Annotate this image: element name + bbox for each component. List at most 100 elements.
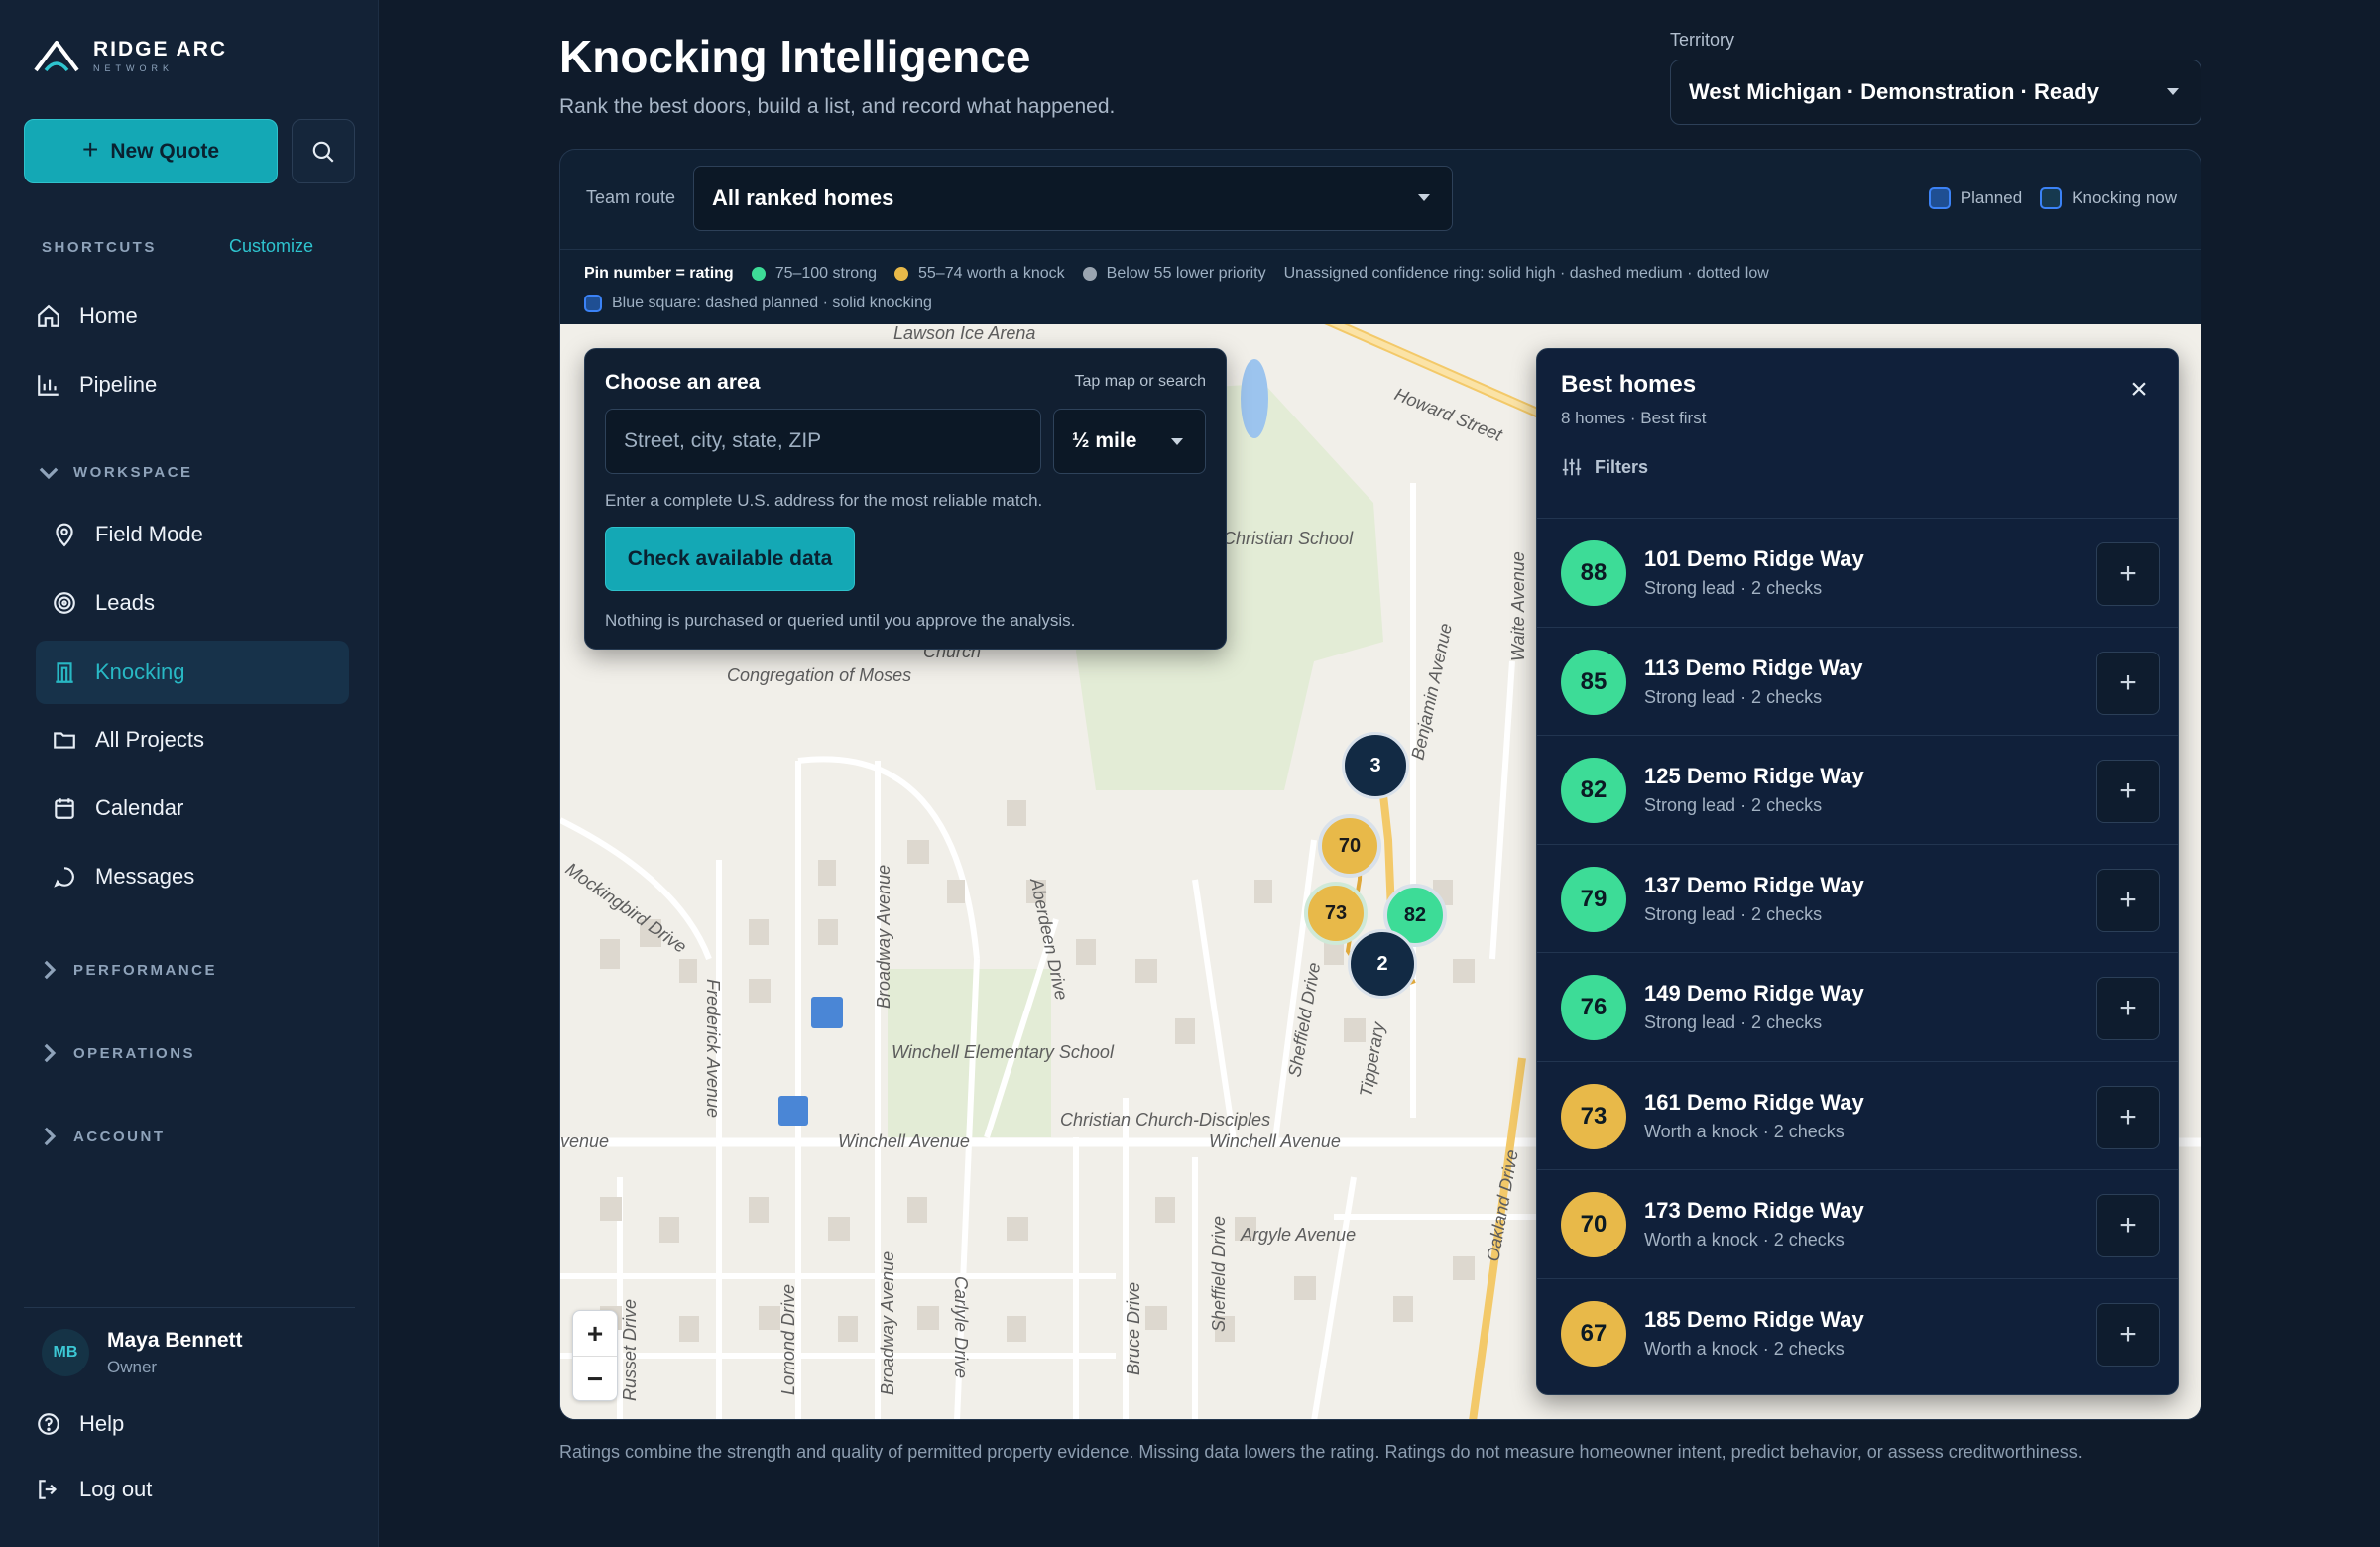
add-to-route-button[interactable]: + [2096,542,2160,606]
plus-icon: + [81,134,99,165]
search-icon [312,141,334,163]
nav-item-messages[interactable]: Messages [52,864,194,890]
nav-label-field-mode: Field Mode [95,522,203,546]
home-address: 149 Demo Ridge Way [1644,981,1864,1006]
home-list-item[interactable]: 76 149 Demo Ridge Way Strong lead · 2 chec… [1537,952,2178,1061]
team-route-select[interactable]: All ranked homes [693,166,1453,231]
home-address: 101 Demo Ridge Way [1644,546,1864,571]
best-homes-title: Best homes [1561,371,1697,398]
new-quote-label: New Quote [110,139,220,163]
home-list-item[interactable]: 82 125 Demo Ridge Way Strong lead · 2 chec… [1537,735,2178,844]
home-list-item[interactable]: 73 161 Demo Ridge Way Worth a knock · 2 ch… [1537,1060,2178,1170]
operations-section-toggle[interactable]: OPERATIONS [36,1040,195,1066]
chevron-right-icon [44,960,57,980]
nav-label-pipeline: Pipeline [79,372,158,397]
home-address: 113 Demo Ridge Way [1644,654,1863,680]
nav-item-all-projects[interactable]: All Projects [52,727,204,753]
nav-item-home[interactable]: Home [36,303,138,329]
choose-area-hint: Tap map or search [1074,373,1206,390]
radius-select[interactable]: ½ mile [1053,409,1206,474]
caret-down-icon [2167,88,2179,95]
map-canvas[interactable]: Lawson Ice Arena Howard Street Christian… [560,324,2201,1419]
shortcuts-heading: SHORTCUTS [42,239,157,256]
nav-item-knocking[interactable]: Knocking [36,641,349,704]
nav-item-field-mode[interactable]: Field Mode [52,522,203,547]
message-icon [54,867,74,888]
map-label-avenue-fragment: venue [560,1131,609,1151]
add-to-route-button[interactable]: + [2096,1302,2160,1367]
filters-button[interactable]: Filters [1561,456,1648,478]
pin-label: 73 [1324,901,1348,924]
home-address: 125 Demo Ridge Way [1644,764,1864,788]
territory-select[interactable]: West Michigan · Demonstration · Ready [1670,60,2202,125]
add-to-route-button[interactable]: + [2096,868,2160,932]
home-icon [38,304,60,327]
address-search-input[interactable] [605,409,1041,474]
worth-dot-icon [894,267,908,281]
target-icon [54,592,75,614]
home-meta: Strong lead · 2 checks [1644,1012,1823,1032]
nav-item-pipeline[interactable]: Pipeline [36,372,157,398]
territory-label: Territory [1670,30,1735,50]
chevron-right-icon [44,1127,57,1146]
account-section-toggle[interactable]: ACCOUNT [36,1124,166,1149]
purchase-note: Nothing is purchased or queried until yo… [605,611,1076,630]
add-to-route-button[interactable]: + [2096,760,2160,823]
planned-square-icon [1928,187,1951,209]
avatar[interactable]: MB [42,1329,89,1376]
home-list-item[interactable]: 88 101 Demo Ridge Way Strong lead · 2 chec… [1537,518,2178,627]
check-available-data-button[interactable]: Check available data [605,527,855,591]
blue-square-icon [584,295,602,312]
add-to-route-button[interactable]: + [2096,977,2160,1040]
best-homes-subtitle: 8 homes · Best first [1561,409,1707,427]
zoom-out-button[interactable]: − [573,1357,617,1402]
customize-link[interactable]: Customize [229,236,313,257]
home-meta: Strong lead · 2 checks [1644,795,1823,815]
performance-section-toggle[interactable]: PERFORMANCE [36,957,217,983]
map-pin-rating[interactable]: 73 [1304,882,1368,945]
map-label-argyle-avenue: Argyle Avenue [1240,1225,1356,1245]
logout-link[interactable]: Log out [36,1477,152,1502]
home-list-item[interactable]: 70 173 Demo Ridge Way Worth a knock · 2 ch… [1537,1169,2178,1278]
home-list-item[interactable]: 85 113 Demo Ridge Way Strong lead · 2 chec… [1537,626,2178,736]
page-title: Knocking Intelligence [559,31,1031,82]
rating-legend: Pin number = rating 75–100 strong 55–74 … [560,249,2201,324]
chevron-down-icon [39,467,59,480]
pin-label: 70 [1338,834,1362,857]
map-pin-cluster[interactable]: 2 [1348,929,1417,999]
close-icon[interactable]: × [2120,371,2158,409]
home-list-item[interactable]: 67 185 Demo Ridge Way Worth a knock · 2 ch… [1537,1277,2178,1387]
map-label-broadway-avenue: Broadway Avenue [874,865,893,1009]
map-label-congregation-of-moses: Congregation of Moses [727,665,911,685]
legend-worth: 55–74 worth a knock [918,265,1065,282]
calendar-icon [55,798,74,819]
choose-area-panel: Choose an area Tap map or search ½ mile … [584,348,1227,650]
map-label-lawson-ice-arena: Lawson Ice Arena [893,324,1035,343]
filters-label: Filters [1595,456,1649,477]
new-quote-button[interactable]: + New Quote [24,119,278,183]
pin-label: 2 [1376,952,1388,975]
legend-ring: Unassigned confidence ring: solid high ·… [1283,265,1769,282]
brand-logo[interactable]: RIDGE ARC NETWORK [34,38,227,73]
home-score-badge: 85 [1561,649,1626,715]
nav-item-calendar[interactable]: Calendar [52,795,183,821]
zoom-in-button[interactable]: + [573,1311,617,1357]
strong-dot-icon [751,267,766,281]
add-to-route-button[interactable]: + [2096,1085,2160,1149]
sliders-icon [1562,458,1582,476]
caret-down-icon [1171,438,1183,445]
logout-label: Log out [79,1477,153,1501]
home-list-item[interactable]: 79 137 Demo Ridge Way Strong lead · 2 chec… [1537,843,2178,953]
nav-item-leads[interactable]: Leads [52,590,155,616]
search-button[interactable] [292,119,355,183]
home-address: 173 Demo Ridge Way [1644,1198,1864,1223]
chevron-right-icon [44,1043,57,1063]
knocking-square-icon [2040,187,2063,209]
map-pin-rating[interactable]: 70 [1318,814,1381,878]
workspace-section-toggle[interactable]: WORKSPACE [36,459,193,485]
help-link[interactable]: Help [36,1411,124,1437]
add-to-route-button[interactable]: + [2096,651,2160,715]
folder-icon [54,732,75,749]
add-to-route-button[interactable]: + [2096,1194,2160,1257]
map-pin-cluster[interactable]: 3 [1342,732,1409,799]
